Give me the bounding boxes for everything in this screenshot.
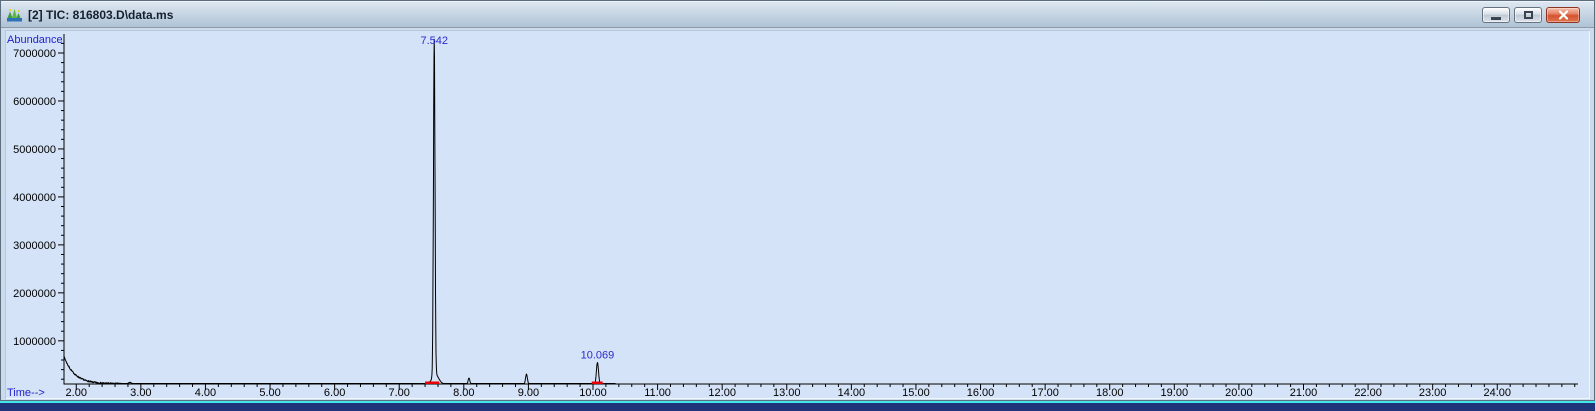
x-tick-label: 24.00 xyxy=(1483,387,1511,399)
y-tick-label: 6000000 xyxy=(13,96,56,108)
y-tick-label: 1000000 xyxy=(13,336,56,348)
x-axis-title: Time--> xyxy=(7,387,45,399)
title-bar[interactable]: [2] TIC: 816803.D\data.ms xyxy=(1,1,1594,28)
x-tick-label: 4.00 xyxy=(195,387,216,399)
x-tick-label: 11.00 xyxy=(644,387,671,399)
y-tick-label: 7000000 xyxy=(13,48,56,60)
peak-rt-label: 10.069 xyxy=(581,349,615,361)
x-tick-label: 17.00 xyxy=(1031,387,1059,399)
y-tick-label: 4000000 xyxy=(13,192,56,204)
maximize-button[interactable] xyxy=(1514,6,1542,23)
x-tick-label: 12.00 xyxy=(708,387,736,399)
y-tick-label: 3000000 xyxy=(13,240,56,252)
x-tick-label: 21.00 xyxy=(1290,387,1318,399)
window-controls xyxy=(1482,6,1580,23)
x-tick-label: 23.00 xyxy=(1419,387,1447,399)
integration-mark xyxy=(425,381,440,384)
close-icon xyxy=(1558,9,1568,20)
close-button[interactable] xyxy=(1546,6,1580,23)
y-tick-label: 2000000 xyxy=(13,288,56,300)
mdi-background-strip xyxy=(0,401,1595,411)
y-tick-label: 5000000 xyxy=(13,144,56,156)
y-axis-title: Abundance xyxy=(7,34,63,46)
peak-rt-label: 7.542 xyxy=(420,35,448,47)
x-tick-label: 13.00 xyxy=(773,387,801,399)
x-tick-label: 15.00 xyxy=(902,387,930,399)
x-tick-label: 9.00 xyxy=(518,387,539,399)
minimize-button[interactable] xyxy=(1482,6,1510,23)
x-tick-label: 16.00 xyxy=(967,387,995,399)
x-tick-label: 14.00 xyxy=(838,387,866,399)
chromatogram-icon xyxy=(7,8,22,21)
x-tick-label: 8.00 xyxy=(453,387,474,399)
integration-mark xyxy=(591,381,603,384)
x-tick-label: 5.00 xyxy=(259,387,280,399)
x-tick-label: 7.00 xyxy=(389,387,410,399)
x-tick-label: 19.00 xyxy=(1161,387,1189,399)
minimize-icon xyxy=(1491,16,1501,20)
x-tick-label: 10.00 xyxy=(579,387,607,399)
maximize-icon xyxy=(1523,10,1533,19)
tic-window: [2] TIC: 816803.D\data.ms 1000000 2000000… xyxy=(0,0,1595,401)
window-title: [2] TIC: 816803.D\data.ms xyxy=(28,8,174,22)
x-tick-label: 20.00 xyxy=(1225,387,1253,399)
tic-trace xyxy=(63,38,616,384)
chromatogram-svg: 1000000 2000000 3000000 4000000 5000000 60000… xyxy=(7,34,1578,399)
x-tick-label: 6.00 xyxy=(324,387,345,399)
x-tick-label: 18.00 xyxy=(1096,387,1124,399)
x-tick-label: 3.00 xyxy=(130,387,151,399)
chromatogram-plot[interactable]: 1000000 2000000 3000000 4000000 5000000 60000… xyxy=(5,30,1590,399)
mdi-workspace: [2] TIC: 816803.D\data.ms 1000000 2000000… xyxy=(0,0,1595,411)
x-tick-label: 22.00 xyxy=(1354,387,1382,399)
x-tick-label: 2.00 xyxy=(66,387,87,399)
axes xyxy=(63,34,1578,385)
